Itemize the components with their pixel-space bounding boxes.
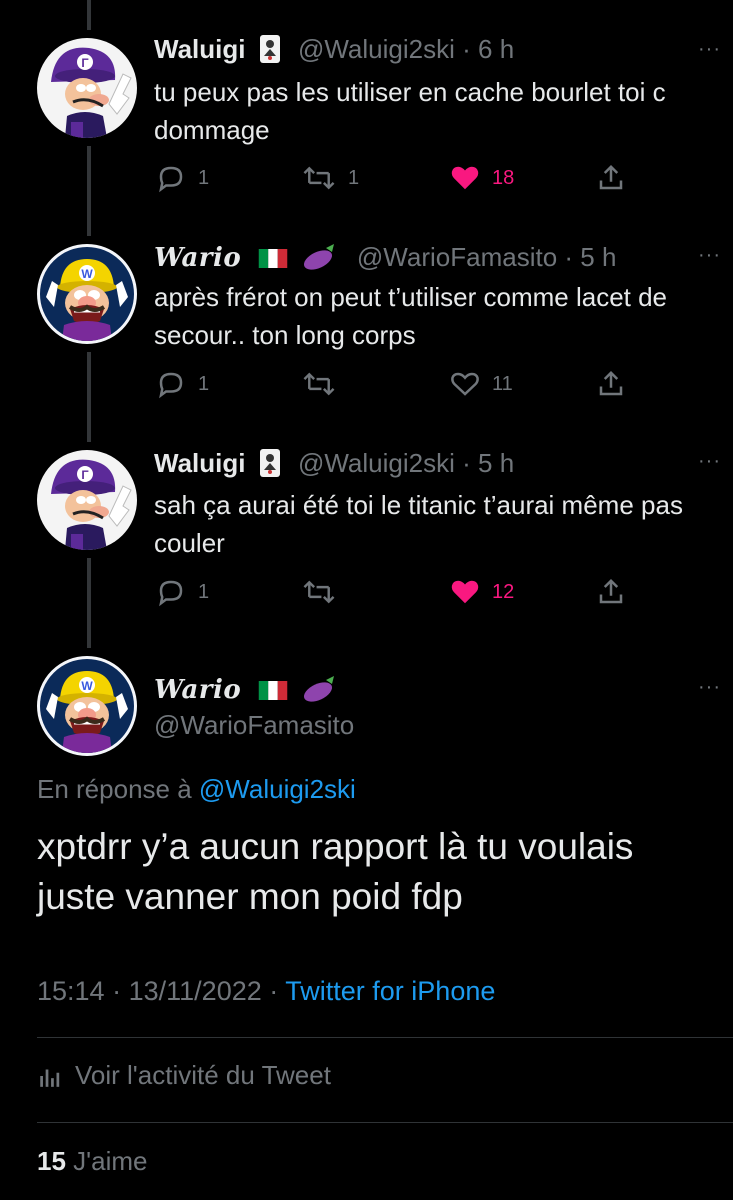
tweet[interactable]: W Wario @WarioFamasito · 5 h ··· après f… (0, 230, 733, 436)
like-icon (451, 166, 479, 190)
more-icon[interactable]: ··· (698, 676, 721, 699)
retweet-button[interactable]: 1 (302, 163, 359, 193)
eggplant-icon (302, 674, 336, 710)
share-icon (599, 578, 623, 604)
share-button[interactable] (596, 577, 626, 607)
reply-prefix: En réponse à (37, 774, 192, 804)
more-icon[interactable]: ··· (698, 450, 721, 473)
tweet[interactable]: Γ Waluigi @Waluigi2ski · 6 h ··· tu peux… (0, 0, 733, 230)
reply-icon (159, 580, 183, 607)
tweet-header: Waluigi @Waluigi2ski · 5 h (154, 448, 514, 484)
like-icon (451, 580, 479, 604)
like-count: 12 (492, 580, 515, 603)
italy-flag-icon (258, 244, 288, 268)
tweet-time[interactable]: 5 h (580, 242, 616, 272)
tweet-header: Wario @WarioFamasito · 5 h (154, 242, 616, 278)
author-name[interactable]: Waluigi (154, 34, 245, 64)
reply-count: 1 (198, 580, 210, 603)
author-name[interactable]: Wario (154, 243, 241, 273)
tweet-meta: 15:14 · 13/11/2022 · Twitter for iPhone (37, 976, 495, 1007)
reply-icon (159, 166, 183, 193)
italy-flag-icon (258, 676, 288, 700)
separator: · (269, 976, 279, 1006)
retweet-count: 1 (348, 166, 360, 189)
reply-button[interactable]: 1 (156, 369, 209, 399)
svg-text:Γ: Γ (81, 56, 89, 70)
author-handle[interactable]: @WarioFamasito (154, 710, 354, 740)
reply-count: 1 (198, 372, 210, 395)
like-count: 11 (492, 372, 513, 395)
like-button[interactable]: 11 (450, 369, 513, 399)
share-icon (599, 164, 623, 190)
tweet-time[interactable]: 6 h (478, 34, 514, 64)
analytics-icon (40, 1069, 60, 1087)
divider (37, 1037, 733, 1038)
tweet[interactable]: Γ Waluigi @Waluigi2ski · 5 h ··· sah ça … (0, 436, 733, 642)
svg-text:W: W (81, 267, 93, 281)
activity-label: Voir l'activité du Tweet (75, 1060, 331, 1090)
retweet-icon (303, 580, 335, 604)
author-name[interactable]: Wario (154, 675, 241, 705)
likes-summary[interactable]: 15 J'aime (37, 1146, 147, 1177)
svg-text:W: W (81, 679, 93, 693)
likes-label: J'aime (73, 1146, 148, 1176)
author-name[interactable]: Waluigi (154, 448, 245, 478)
joker-card-icon (259, 34, 281, 70)
tweet-header: Wario (154, 674, 336, 710)
reply-button[interactable]: 1 (156, 577, 209, 607)
share-button[interactable] (596, 163, 626, 193)
joker-card-icon (259, 448, 281, 484)
avatar[interactable]: W (37, 656, 137, 756)
tweet-text: xptdrr y’a aucun rapport là tu voulais j… (37, 826, 634, 917)
author-handle[interactable]: @Waluigi2ski (298, 448, 455, 478)
more-icon[interactable]: ··· (698, 244, 721, 267)
author-handle[interactable]: @Waluigi2ski (298, 34, 455, 64)
reply-count: 1 (198, 166, 210, 189)
divider (37, 1122, 733, 1123)
like-button[interactable]: 12 (450, 577, 514, 607)
share-button[interactable] (596, 369, 626, 399)
tweet-time[interactable]: 5 h (478, 448, 514, 478)
like-count: 18 (492, 166, 515, 189)
more-icon[interactable]: ··· (698, 38, 721, 61)
tweet-text: après frérot on peut t’utiliser comme la… (154, 282, 668, 350)
tweet-date[interactable]: 13/11/2022 (129, 976, 262, 1006)
like-icon (451, 372, 479, 396)
tweet-text: sah ça aurai été toi le titanic t’aurai … (154, 490, 683, 558)
eggplant-icon (302, 242, 336, 278)
separator: · (462, 34, 471, 64)
reply-icon (159, 372, 183, 399)
tweet-header: Waluigi @Waluigi2ski · 6 h (154, 34, 514, 70)
separator: · (462, 448, 471, 478)
reply-button[interactable]: 1 (156, 163, 209, 193)
retweet-button[interactable] (302, 577, 348, 607)
tweet-time[interactable]: 15:14 (37, 976, 105, 1006)
author-handle-row: @WarioFamasito (154, 710, 354, 740)
author-handle[interactable]: @WarioFamasito (357, 242, 557, 272)
tweet-source-link[interactable]: Twitter for iPhone (285, 976, 495, 1006)
retweet-icon (303, 166, 335, 190)
likes-count: 15 (37, 1146, 66, 1176)
retweet-icon (303, 372, 335, 396)
separator: · (112, 976, 122, 1006)
retweet-button[interactable] (302, 369, 348, 399)
reply-mention-link[interactable]: @Waluigi2ski (199, 774, 356, 804)
avatar[interactable]: W (37, 244, 137, 344)
reply-context: En réponse à @Waluigi2ski (37, 774, 356, 805)
view-activity-link[interactable]: Voir l'activité du Tweet (37, 1060, 331, 1091)
tweet-text: tu peux pas les utiliser en cache bourle… (154, 77, 666, 145)
like-button[interactable]: 18 (450, 163, 514, 193)
avatar[interactable]: Γ (37, 38, 137, 138)
main-tweet: W Wario @WarioFamasito ··· En réponse à … (0, 642, 733, 1200)
svg-text:Γ: Γ (81, 468, 89, 482)
share-icon (599, 370, 623, 396)
separator: · (564, 242, 574, 272)
avatar[interactable]: Γ (37, 450, 137, 550)
